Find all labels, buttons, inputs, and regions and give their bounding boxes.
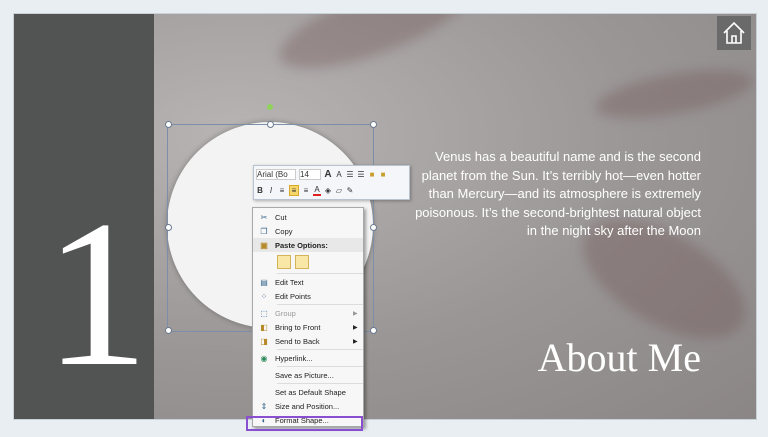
size-select[interactable]: 14 [299,168,321,180]
side-panel: 1 [14,14,154,419]
increase-indent-icon[interactable]: ☰ [357,170,365,179]
menu-item-cut[interactable]: ✂ Cut [253,210,363,224]
paste-options [253,252,363,272]
menu-item-edit-text[interactable]: ▤ Edit Text [253,275,363,289]
send-backward-icon[interactable]: ■ [379,170,387,179]
bold-button[interactable]: B [256,186,264,195]
resize-handle[interactable] [165,121,172,128]
font-select[interactable]: Arial (Bo [256,168,296,180]
body-text[interactable]: Venus has a beautiful name and is the se… [411,148,701,241]
home-icon [723,21,745,44]
clipboard-icon: ▣ [260,240,268,250]
paste-keep-format-icon[interactable] [277,255,291,269]
resize-handle[interactable] [165,224,172,231]
paste-options-header: ▣ Paste Options: [253,238,363,252]
slide-number: 1 [44,178,149,410]
decrease-indent-icon[interactable]: ☰ [346,170,354,179]
resize-handle[interactable] [370,327,377,334]
context-menu: ✂ Cut ❐ Copy ▣ Paste Options: ▤ Edit Text ⁘ E… [252,207,364,427]
menu-item-save-as-picture[interactable]: Save as Picture... [253,368,363,382]
fill-color-icon[interactable]: ◈ [324,186,332,195]
group-icon: ⬚ [260,308,268,318]
grow-font-button[interactable]: A [324,169,332,180]
format-painter-icon[interactable]: ✎ [346,186,354,195]
menu-item-bring-to-front[interactable]: ◧ Bring to Front ▶ [253,320,363,334]
resize-handle[interactable] [370,121,377,128]
edit-points-icon: ⁘ [260,291,268,301]
background-leaf [591,60,756,128]
separator [277,383,363,384]
outline-icon[interactable]: ▱ [335,186,343,195]
separator [277,366,363,367]
resize-handle[interactable] [267,121,274,128]
size-position-icon: ⇕ [260,401,268,411]
menu-item-set-default-shape[interactable]: Set as Default Shape [253,385,363,399]
submenu-arrow-icon: ▶ [353,324,358,331]
font-color-icon[interactable]: A [313,185,321,196]
italic-button[interactable]: I [267,186,275,195]
background-leaf [269,14,479,87]
shrink-font-button[interactable]: A [335,170,343,179]
menu-item-hyperlink[interactable]: ◉ Hyperlink... [253,351,363,365]
menu-item-edit-points[interactable]: ⁘ Edit Points [253,289,363,303]
bring-forward-icon[interactable]: ■ [368,170,376,179]
separator [277,349,363,350]
submenu-arrow-icon: ▶ [353,310,358,317]
rotate-handle[interactable] [267,104,273,110]
separator [277,304,363,305]
align-left-icon[interactable]: ≡ [278,186,286,195]
send-back-icon: ◨ [260,336,268,346]
resize-handle[interactable] [370,224,377,231]
separator [277,273,363,274]
home-button[interactable] [717,16,751,50]
menu-item-send-to-back[interactable]: ◨ Send to Back ▶ [253,334,363,348]
scissors-icon: ✂ [260,212,268,222]
menu-item-size-and-position[interactable]: ⇕ Size and Position... [253,399,363,413]
align-right-icon[interactable]: ≡ [302,186,310,195]
menu-item-group[interactable]: ⬚ Group ▶ [253,306,363,320]
highlight-box [246,416,363,431]
resize-handle[interactable] [165,327,172,334]
edit-text-icon: ▤ [260,277,268,287]
globe-icon: ◉ [260,353,268,363]
slide-title[interactable]: About Me [538,334,701,381]
bring-front-icon: ◧ [260,322,268,332]
copy-icon: ❐ [260,226,268,236]
submenu-arrow-icon: ▶ [353,338,358,345]
slide: 1 Venus has a beautiful name and is the … [13,13,757,420]
mini-toolbar: Arial (Bo 14 A A ☰ ☰ ■ ■ B I ≡ ≡ ≡ A ◈ ▱… [253,165,410,200]
menu-item-copy[interactable]: ❐ Copy [253,224,363,238]
align-center-icon[interactable]: ≡ [289,184,299,196]
paste-picture-icon[interactable] [295,255,309,269]
